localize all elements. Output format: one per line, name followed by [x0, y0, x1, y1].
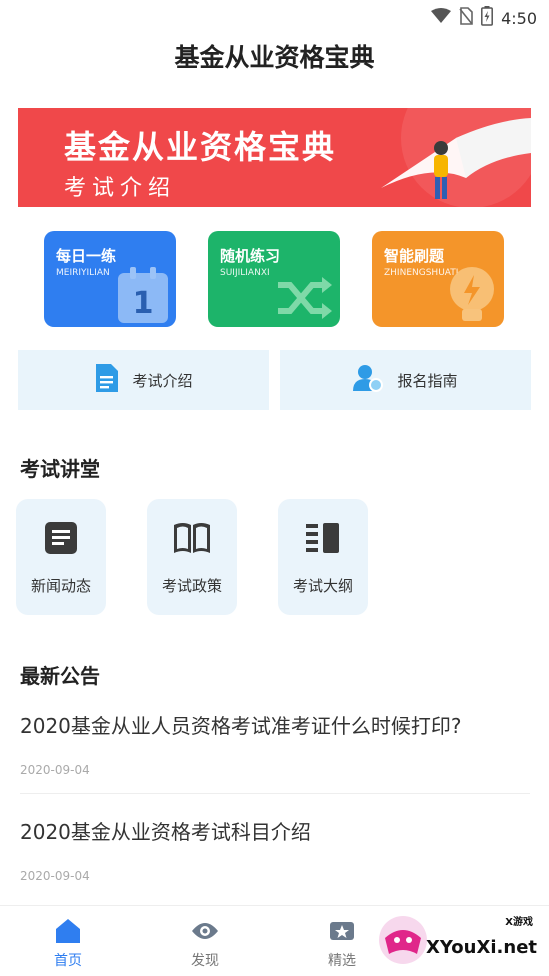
bulb-icon: [446, 265, 498, 327]
lecture-item-news[interactable]: 新闻动态: [16, 499, 106, 615]
tile-title: 每日一练: [56, 247, 117, 265]
eye-icon: [165, 916, 245, 946]
announcements-section-title: 最新公告: [20, 664, 100, 688]
signup-guide-label: 报名指南: [397, 371, 458, 390]
banner-title: 基金从业资格宝典: [64, 128, 337, 166]
banner-subtitle: 考试介绍: [64, 176, 177, 201]
tile-title: 智能刷题: [384, 247, 445, 265]
status-time: 4:50: [501, 8, 537, 28]
smart-practice-tile[interactable]: 智能刷题 ZHINENGSHUATI: [372, 231, 504, 327]
tab-featured[interactable]: 精选: [302, 916, 382, 970]
svg-text:1: 1: [133, 286, 154, 321]
tab-label: 精选: [328, 953, 356, 969]
calendar-icon: 1: [116, 265, 170, 327]
lecture-item-label: 考试政策: [161, 577, 222, 595]
announcement-date: 2020-09-04: [20, 869, 90, 883]
document-icon: [94, 364, 119, 396]
tab-label: 首页: [54, 953, 82, 969]
battery-icon: [481, 6, 494, 30]
announcement-title: 2020基金从业资格考试科目介绍: [20, 820, 311, 844]
signup-guide-button[interactable]: 报名指南: [280, 350, 531, 410]
announcement-item[interactable]: 2020基金从业资格考试科目介绍 2020-09-04: [20, 816, 530, 883]
status-bar: 4:50: [0, 0, 549, 32]
home-icon: [28, 916, 108, 946]
watermark-small-text: X游戏: [505, 917, 533, 928]
tile-title: 随机练习: [220, 247, 281, 265]
lecture-item-outline[interactable]: 考试大纲: [278, 499, 368, 615]
tab-label: 发现: [191, 953, 219, 969]
exam-intro-button[interactable]: 考试介绍: [18, 350, 269, 410]
announcement-item[interactable]: 2020基金从业人员资格考试准考证什么时候打印? 2020-09-04: [20, 710, 530, 777]
banner[interactable]: 基金从业资格宝典 考试介绍: [18, 108, 531, 207]
lecture-item-policy[interactable]: 考试政策: [147, 499, 237, 615]
user-settings-icon: [353, 364, 384, 396]
star-ticket-icon: [302, 916, 382, 946]
exam-intro-label: 考试介绍: [132, 371, 193, 390]
tab-home[interactable]: 首页: [28, 916, 108, 970]
lecture-section-title: 考试讲堂: [20, 457, 100, 481]
no-sim-icon: [459, 7, 473, 29]
watermark-text: XYouXi.net: [426, 937, 537, 958]
watermark-logo: [379, 916, 427, 964]
daily-practice-tile[interactable]: 每日一练 MEIRIYILIAN 1: [44, 231, 176, 327]
tile-subtitle: SUIJILIANXI: [220, 268, 270, 278]
lecture-item-label: 考试大纲: [292, 577, 353, 595]
watermark: X游戏 XYouXi.net: [373, 912, 543, 968]
tab-discover[interactable]: 发现: [165, 916, 245, 970]
news-icon: [16, 521, 106, 555]
divider: [20, 793, 530, 794]
tile-subtitle: MEIRIYILIAN: [56, 268, 110, 278]
shuffle-icon: [274, 273, 334, 327]
outline-icon: [278, 521, 368, 555]
book-icon: [147, 521, 237, 555]
app-title: 基金从业资格宝典: [174, 43, 375, 72]
announcement-date: 2020-09-04: [20, 763, 90, 777]
announcement-title: 2020基金从业人员资格考试准考证什么时候打印?: [20, 714, 462, 738]
lecture-item-label: 新闻动态: [30, 577, 91, 595]
status-icons: 4:50: [431, 6, 537, 30]
random-practice-tile[interactable]: 随机练习 SUIJILIANXI: [208, 231, 340, 327]
wifi-icon: [431, 8, 452, 28]
